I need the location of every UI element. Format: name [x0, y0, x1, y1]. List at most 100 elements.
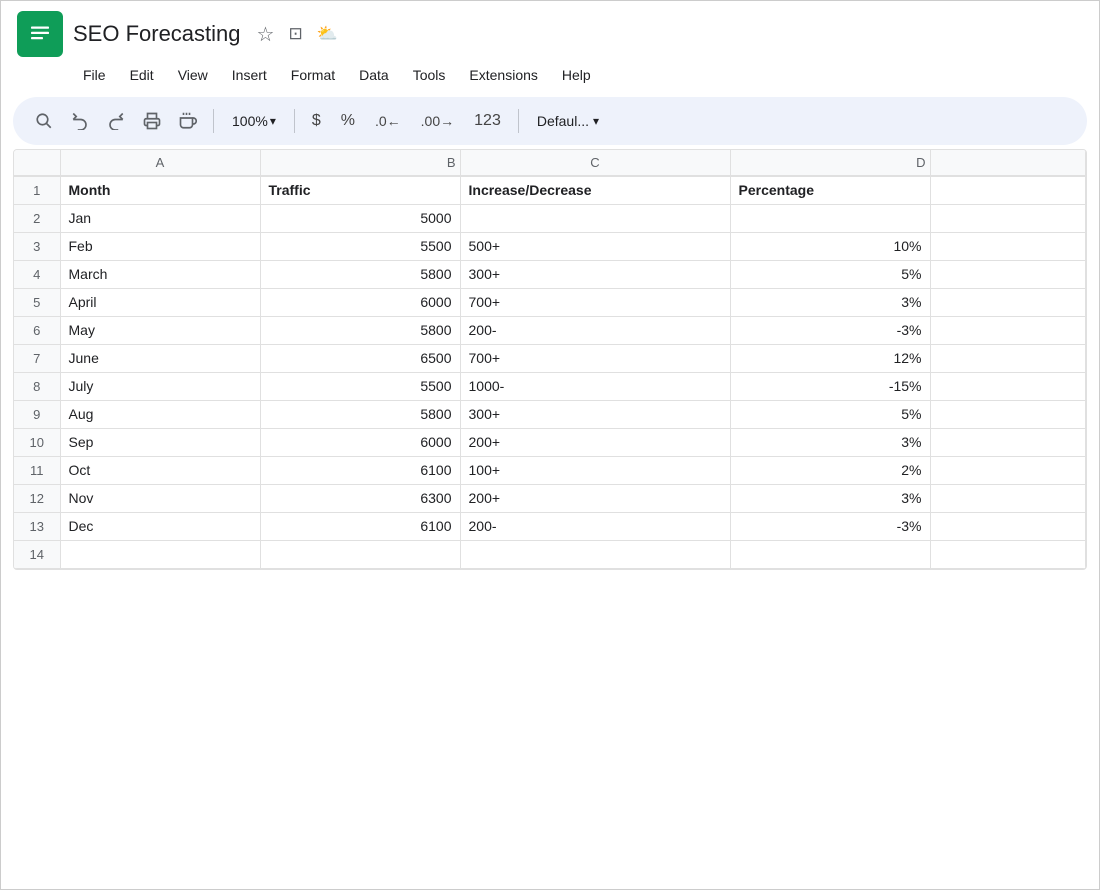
cell-month[interactable]: Nov [60, 484, 260, 512]
menu-extensions[interactable]: Extensions [459, 63, 547, 87]
cell-percentage[interactable]: 3% [730, 428, 930, 456]
search-icon[interactable] [29, 108, 59, 134]
cell-change[interactable]: 200- [460, 512, 730, 540]
cell-percentage[interactable]: 3% [730, 288, 930, 316]
cell-change[interactable]: Increase/Decrease [460, 176, 730, 204]
cell-percentage[interactable]: Percentage [730, 176, 930, 204]
cell-percentage[interactable] [730, 540, 930, 568]
title-action-icons[interactable]: ☆ ⊡ ⛅ [257, 22, 338, 47]
cell-traffic[interactable]: 5500 [260, 372, 460, 400]
cell-traffic[interactable]: 6100 [260, 512, 460, 540]
cell-change[interactable]: 200+ [460, 428, 730, 456]
cell-month[interactable]: Jan [60, 204, 260, 232]
cell-month[interactable]: Aug [60, 400, 260, 428]
cell-change[interactable]: 300+ [460, 260, 730, 288]
cell-percentage[interactable]: 3% [730, 484, 930, 512]
undo-icon[interactable] [65, 108, 95, 134]
cell-extra[interactable] [930, 512, 1086, 540]
cell-change[interactable] [460, 540, 730, 568]
cell-percentage[interactable]: -15% [730, 372, 930, 400]
cell-percentage[interactable]: 2% [730, 456, 930, 484]
cell-percentage[interactable]: 10% [730, 232, 930, 260]
font-selector[interactable]: Defaul... ▾ [529, 109, 607, 133]
cell-change[interactable]: 100+ [460, 456, 730, 484]
cell-month[interactable]: March [60, 260, 260, 288]
cell-month[interactable]: Month [60, 176, 260, 204]
cell-month[interactable]: May [60, 316, 260, 344]
cell-month[interactable] [60, 540, 260, 568]
cell-month[interactable]: July [60, 372, 260, 400]
menu-help[interactable]: Help [552, 63, 601, 87]
zoom-selector[interactable]: 100% ▾ [224, 109, 284, 133]
col-header-c[interactable]: C [460, 150, 730, 176]
cell-change[interactable]: 1000- [460, 372, 730, 400]
cell-percentage[interactable]: 5% [730, 260, 930, 288]
print-icon[interactable] [137, 108, 167, 134]
percent-button[interactable]: % [334, 108, 362, 134]
cell-extra[interactable] [930, 204, 1086, 232]
cell-extra[interactable] [930, 484, 1086, 512]
redo-icon[interactable] [101, 108, 131, 134]
cell-extra[interactable] [930, 232, 1086, 260]
increase-decimals-button[interactable]: .00→ [414, 109, 461, 133]
move-icon[interactable]: ⊡ [288, 24, 302, 44]
col-header-d[interactable]: D [730, 150, 930, 176]
cell-traffic[interactable]: 5800 [260, 260, 460, 288]
cell-change[interactable]: 200+ [460, 484, 730, 512]
cell-traffic[interactable]: 6000 [260, 428, 460, 456]
cell-percentage[interactable]: 12% [730, 344, 930, 372]
cell-percentage[interactable]: -3% [730, 512, 930, 540]
menu-tools[interactable]: Tools [403, 63, 456, 87]
cell-extra[interactable] [930, 400, 1086, 428]
cell-extra[interactable] [930, 316, 1086, 344]
cell-percentage[interactable] [730, 204, 930, 232]
cell-traffic[interactable] [260, 540, 460, 568]
cell-extra[interactable] [930, 456, 1086, 484]
cell-month[interactable]: Sep [60, 428, 260, 456]
cell-traffic[interactable]: 6300 [260, 484, 460, 512]
cell-traffic[interactable]: 5000 [260, 204, 460, 232]
cell-percentage[interactable]: 5% [730, 400, 930, 428]
cell-traffic[interactable]: 6000 [260, 288, 460, 316]
cell-month[interactable]: Feb [60, 232, 260, 260]
cell-traffic[interactable]: 5800 [260, 316, 460, 344]
cell-change[interactable]: 500+ [460, 232, 730, 260]
cell-change[interactable]: 200- [460, 316, 730, 344]
cell-extra[interactable] [930, 176, 1086, 204]
menu-edit[interactable]: Edit [120, 63, 164, 87]
cell-traffic[interactable]: 5800 [260, 400, 460, 428]
cell-change[interactable]: 700+ [460, 288, 730, 316]
menu-file[interactable]: File [73, 63, 116, 87]
col-header-b[interactable]: B [260, 150, 460, 176]
col-header-e[interactable] [930, 150, 1086, 176]
cell-extra[interactable] [930, 288, 1086, 316]
cell-month[interactable]: Oct [60, 456, 260, 484]
decrease-decimals-button[interactable]: .0← [368, 109, 408, 133]
cell-traffic[interactable]: Traffic [260, 176, 460, 204]
paint-format-icon[interactable] [173, 108, 203, 134]
menu-insert[interactable]: Insert [222, 63, 277, 87]
star-icon[interactable]: ☆ [257, 22, 275, 47]
cell-extra[interactable] [930, 428, 1086, 456]
cloud-icon[interactable]: ⛅ [317, 24, 338, 44]
cell-change[interactable]: 300+ [460, 400, 730, 428]
cell-traffic[interactable]: 5500 [260, 232, 460, 260]
menu-data[interactable]: Data [349, 63, 399, 87]
cell-percentage[interactable]: -3% [730, 316, 930, 344]
currency-button[interactable]: $ [305, 108, 328, 134]
menu-format[interactable]: Format [281, 63, 345, 87]
more-formats-button[interactable]: 123 [467, 108, 508, 134]
menu-view[interactable]: View [168, 63, 218, 87]
cell-change[interactable]: 700+ [460, 344, 730, 372]
cell-month[interactable]: June [60, 344, 260, 372]
cell-month[interactable]: Dec [60, 512, 260, 540]
cell-change[interactable] [460, 204, 730, 232]
cell-extra[interactable] [930, 372, 1086, 400]
cell-traffic[interactable]: 6500 [260, 344, 460, 372]
cell-traffic[interactable]: 6100 [260, 456, 460, 484]
col-header-a[interactable]: A [60, 150, 260, 176]
cell-month[interactable]: April [60, 288, 260, 316]
cell-extra[interactable] [930, 260, 1086, 288]
cell-extra[interactable] [930, 540, 1086, 568]
cell-extra[interactable] [930, 344, 1086, 372]
